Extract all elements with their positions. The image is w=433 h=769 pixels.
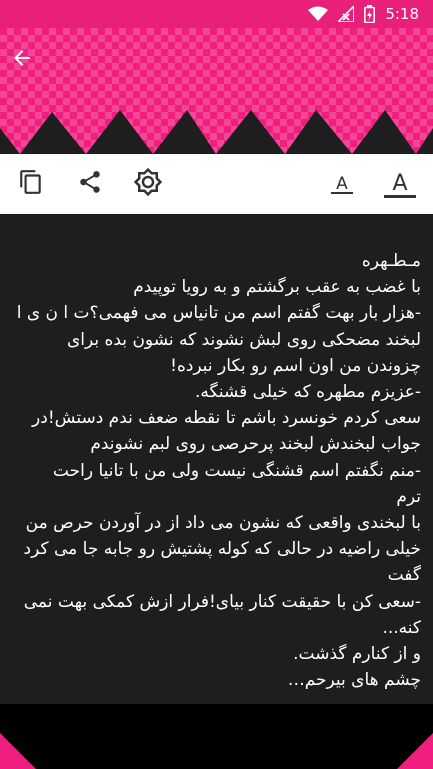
bottom-left-ornament [0,733,36,769]
brightness-icon [133,167,163,201]
story-content[interactable]: مـطـهره با غضب به عقب برگشتم و به رویا ت… [0,214,433,704]
battery-charging-icon [364,5,376,23]
back-button[interactable] [6,44,38,76]
reader-toolbar: A A [0,154,433,214]
font-increase-label: A [392,171,408,196]
share-button[interactable] [72,166,108,202]
bottom-decoration [0,704,433,769]
font-decrease-underline [331,192,353,194]
signal-icon [338,6,355,22]
story-text: مـطـهره با غضب به عقب برگشتم و به رویا ت… [16,251,421,691]
status-time: 5:18 [385,5,419,23]
brightness-button[interactable] [130,166,166,202]
share-icon [77,169,103,199]
bottom-right-ornament [397,733,433,769]
copy-button[interactable] [13,166,49,202]
wifi-icon [308,6,329,22]
font-decrease-button[interactable]: A [324,166,360,202]
font-decrease-label: A [336,173,348,194]
font-increase-underline [384,195,416,198]
copy-icon [18,169,44,199]
header-banner [0,28,433,154]
font-increase-button[interactable]: A [382,166,418,202]
zigzag-border [0,110,433,154]
status-bar: 5:18 [0,0,433,28]
arrow-left-icon [10,46,34,74]
